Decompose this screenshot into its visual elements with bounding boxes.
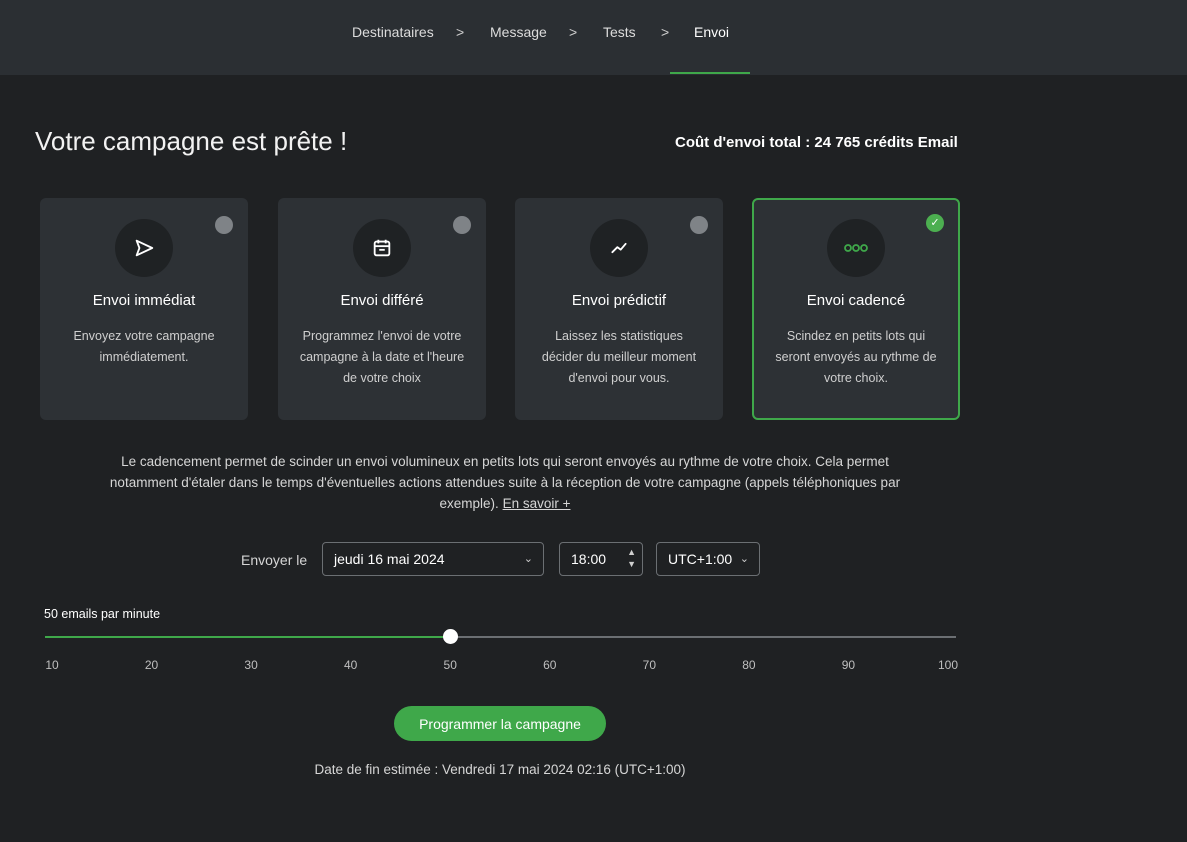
rate-tick-label: 80 [742,658,756,672]
rate-tick-label: 40 [343,658,358,672]
step-envoi[interactable]: Envoi [694,24,729,40]
option-card-cadenced[interactable]: ✓ Envoi cadencé Scindez en petits lots q… [752,198,960,420]
radio-button[interactable] [453,216,471,234]
dots-icon [827,219,885,277]
option-card-immediate[interactable]: Envoi immédiat Envoyez votre campagne im… [40,198,248,420]
card-description: Envoyez votre campagne immédiatement. [73,329,215,364]
send-icon [115,219,173,277]
learn-more-link[interactable]: En savoir + [503,496,571,511]
check-icon[interactable]: ✓ [926,214,944,232]
send-date-label: Envoyer le [241,552,308,568]
top-navigation: Destinataires > Message > Tests > Envoi [0,0,1187,75]
rate-tick-label: 100 [937,658,959,672]
chevron-down-icon: ⌄ [739,553,749,565]
time-input[interactable]: 18:00 ▲ ▼ [559,542,643,576]
cadence-explanation: Le cadencement permet de scinder un envo… [100,451,910,514]
stepper-icon[interactable]: ▲ ▼ [627,546,636,570]
card-description: Laissez les statistiques décider du meil… [541,329,697,385]
card-description: Programmez l'envoi de votre campagne à l… [299,329,465,385]
schedule-campaign-button[interactable]: Programmer la campagne [394,706,606,741]
chevron-right-icon: > [456,24,465,40]
chevron-right-icon: > [569,24,578,40]
rate-tick-label: 90 [841,658,856,672]
rate-tick-label: 70 [642,658,657,672]
date-value: jeudi 16 mai 2024 [334,551,445,567]
rate-tick-label: 60 [543,658,557,672]
calendar-icon [353,219,411,277]
estimated-end-date: Date de fin estimée : Vendredi 17 mai 20… [314,762,686,777]
chevron-down-icon: ⌄ [523,553,533,565]
trend-icon [590,219,648,277]
chevron-right-icon: > [661,24,670,40]
rate-slider-track[interactable] [45,636,956,638]
time-value: 18:00 [571,551,607,567]
rate-slider-thumb[interactable] [442,629,458,644]
rate-tick-label: 10 [45,658,59,672]
rate-label: 50 emails par minute [44,607,161,621]
card-title: Envoi cadencé [806,292,906,309]
total-cost: Coût d'envoi total : 24 765 crédits Emai… [675,134,958,151]
radio-button[interactable] [690,216,708,234]
date-select[interactable]: jeudi 16 mai 2024 ⌄ [322,542,544,576]
option-card-deferred[interactable]: Envoi différé Programmez l'envoi de votr… [278,198,486,420]
card-title: Envoi prédictif [571,292,667,309]
timezone-value: UTC+1:00 [668,551,733,567]
active-step-indicator [670,72,750,74]
breadcrumb: Destinataires > Message > Tests > Envoi [0,24,1187,44]
rate-tick-label: 30 [244,658,258,672]
option-card-predictive[interactable]: Envoi prédictif Laissez les statistiques… [515,198,723,420]
card-title: Envoi différé [340,292,424,309]
step-message[interactable]: Message [490,24,547,40]
page-title: Votre campagne est prête ! [35,126,348,156]
card-title: Envoi immédiat [92,292,196,309]
card-description: Scindez en petits lots qui seront envoyé… [775,329,937,385]
rate-slider-fill [45,636,451,638]
step-tests[interactable]: Tests [603,24,636,40]
step-destinataires[interactable]: Destinataires [352,24,434,40]
timezone-select[interactable]: UTC+1:00 ⌄ [656,542,760,576]
rate-tick-label: 20 [144,658,159,672]
rate-tick-label: 50 [443,658,457,672]
radio-button[interactable] [215,216,233,234]
